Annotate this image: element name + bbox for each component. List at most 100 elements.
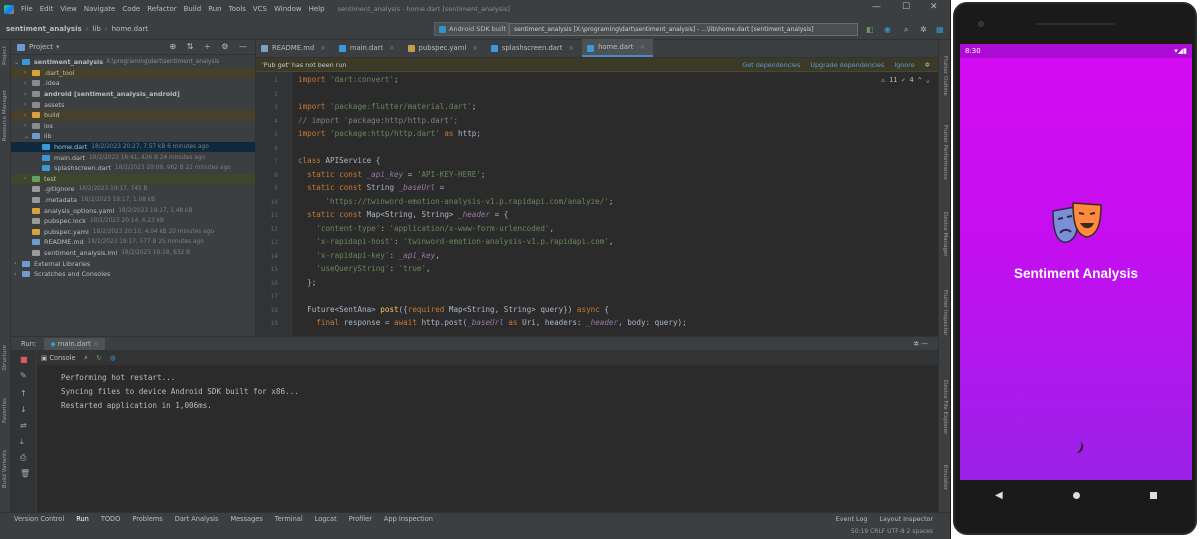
menu-tools[interactable]: Tools [229,5,246,13]
console-tab[interactable]: ▣ Console [41,354,76,362]
chevron-right-icon[interactable]: › [24,80,32,87]
tool-window-flutter-inspector[interactable]: Flutter Inspector [942,290,948,336]
tool-window-build-variants[interactable]: Build Variants [2,450,8,488]
tree-item-lib[interactable]: ⌄ lib [11,131,255,142]
chevron-right-icon[interactable]: › [24,112,32,119]
ignore-link[interactable]: Ignore [894,61,914,69]
chevron-right-icon[interactable]: › [24,91,32,98]
tool-window-device-file-explorer[interactable]: Device File Explorer [942,380,948,434]
back-icon[interactable]: ◀ [995,490,1003,501]
tool-window-favorites[interactable]: Favorites [2,398,8,423]
device-selector[interactable]: Android SDK built f [434,22,509,36]
down-icon[interactable]: ↓ [20,405,27,414]
menu-navigate[interactable]: Navigate [84,5,115,13]
tool-terminal[interactable]: Terminal [275,515,303,523]
maximize-icon[interactable]: ☐ [902,2,910,12]
tool-window-flutter-performance[interactable]: Flutter Performance [942,125,948,180]
menu-view[interactable]: View [60,5,77,13]
tree-item-pubspec-lock[interactable]: pubspec.lock 18/2/2023 20:14, 6.23 kB [11,216,255,227]
tool-todo[interactable]: TODO [101,515,121,523]
devtools-icon[interactable]: ◍ [110,354,116,362]
tool-version-control[interactable]: Version Control [14,515,64,523]
chevron-down-icon[interactable]: ▾ [56,43,60,51]
scroll-end-icon[interactable]: ⤓ [20,437,24,447]
close-tab-icon[interactable]: × [568,44,574,52]
close-tab-icon[interactable]: × [472,44,478,52]
layout-icon[interactable]: ▦ [936,25,944,34]
tree-item-assets[interactable]: › assets [11,99,255,110]
print-icon[interactable]: ⎙ [20,453,26,463]
gear-icon[interactable]: ✲ — [913,340,928,348]
tool-run[interactable]: Run [76,515,89,523]
tree-item-build[interactable]: › build [11,109,255,121]
tree-item-metadata[interactable]: .metadata 18/2/2023 19:17, 1.08 kB [11,195,255,206]
device-manager-icon[interactable]: ◉ [884,25,891,34]
wrap-icon[interactable]: ⇌ [20,421,27,430]
chevron-right-icon[interactable]: › [24,175,32,182]
tree-item-main-dart[interactable]: main.dart 18/2/2023 16:41, 426 B 24 minu… [11,152,255,163]
chevron-down-icon[interactable]: ⌄ [24,133,32,140]
sync-icon[interactable]: ◧ [866,25,874,34]
tree-item-external-libraries[interactable]: › External Libraries [11,258,255,269]
tool-window-project[interactable]: Project [2,46,8,65]
tool-dart-analysis[interactable]: Dart Analysis [175,515,219,523]
project-view-label[interactable]: Project [29,43,53,51]
close-tab-icon[interactable]: × [389,44,395,52]
run-config-tab[interactable]: ◆ main.dart × [44,337,105,350]
chevron-right-icon[interactable]: › [14,260,22,267]
tool-app-inspection[interactable]: App Inspection [384,515,433,523]
pin-icon[interactable]: ✎ [20,371,27,380]
menu-vcs[interactable]: VCS [253,5,267,13]
trash-icon[interactable]: 🗑 [20,469,30,478]
tool-window-emulator[interactable]: Emulator [942,465,948,490]
get-dependencies-link[interactable]: Get dependencies [742,61,800,69]
tree-item-pubspec-yaml[interactable]: pubspec.yaml 18/2/2023 20:10, 4.04 kB 20… [11,227,255,238]
tab-home-dart[interactable]: home.dart × [582,39,654,57]
menu-window[interactable]: Window [274,5,302,13]
tree-item-analysis-options[interactable]: analysis_options.yaml 18/2/2023 19:17, 1… [11,205,255,216]
tool-window-device-manager[interactable]: Device Manager [942,212,948,257]
minimize-icon[interactable]: — [872,2,881,12]
up-icon[interactable]: ↑ [20,389,27,398]
tree-item-idea[interactable]: › .idea [11,78,255,89]
tree-item-scratches[interactable]: › Scratches and Consoles [11,269,255,280]
chevron-right-icon[interactable]: › [14,271,22,278]
upgrade-dependencies-link[interactable]: Upgrade dependencies [810,61,884,69]
close-tab-icon[interactable]: × [93,340,99,348]
tree-item-ios[interactable]: › ios [11,121,255,132]
menu-file[interactable]: File [21,5,33,13]
breadcrumb-project[interactable]: sentiment_analysis [6,25,82,33]
tab-readme[interactable]: README.md × [256,39,334,57]
recents-icon[interactable] [1149,491,1157,499]
menu-help[interactable]: Help [309,5,325,13]
tab-splashscreen-dart[interactable]: splashscreen.dart × [486,39,582,57]
tree-item-iml[interactable]: sentiment_analysis.iml 18/2/2023 19:18, … [11,248,255,259]
home-icon[interactable] [1072,491,1080,499]
breadcrumb-file[interactable]: home.dart [112,25,148,33]
menu-run[interactable]: Run [208,5,221,13]
chevron-up-icon[interactable]: ⌃ [918,76,922,84]
tab-pubspec-yaml[interactable]: pubspec.yaml × [403,39,486,57]
breadcrumb-lib[interactable]: lib [92,25,100,33]
project-panel-header[interactable]: Project ▾ ⊕ ⇅ ÷ ⚙ — [11,40,255,55]
chevron-down-icon[interactable]: ⌄ [926,76,930,84]
tool-window-resource-manager[interactable]: Resource Manager [2,90,8,141]
tree-item-splashscreen-dart[interactable]: splashscreen.dart 18/2/2023 20:09, 962 B… [11,163,255,174]
code-editor[interactable]: 1 2 3 4 5 6 7 8 9 10 11 12 13 14 15 16 1… [256,72,938,336]
project-panel-toolbar[interactable]: ⊕ ⇅ ÷ ⚙ — [170,42,251,51]
menu-build[interactable]: Build [184,5,202,13]
close-icon[interactable]: ✕ [930,2,938,12]
tab-main-dart[interactable]: main.dart × [334,39,403,57]
tool-window-flutter-outline[interactable]: Flutter Outline [942,56,948,96]
settings-icon[interactable]: ✲ [920,25,927,34]
search-icon[interactable]: ⌕ [904,25,908,35]
tool-problems[interactable]: Problems [132,515,162,523]
gear-icon[interactable]: ✲ [925,61,930,69]
tree-item-readme[interactable]: README.md 18/2/2023 19:17, 577 B 25 minu… [11,237,255,248]
tool-profiler[interactable]: Profiler [349,515,372,523]
inspection-widget[interactable]: ⚠ 11 ✔ 4 ⌃ ⌄ [881,76,930,84]
tree-root[interactable]: ⌄ sentiment_analysis X:\programing\dart\… [11,57,255,68]
chevron-down-icon[interactable]: ⌄ [14,59,22,66]
tool-messages[interactable]: Messages [230,515,262,523]
tree-item-dart-tool[interactable]: › .dart_tool [11,67,255,79]
